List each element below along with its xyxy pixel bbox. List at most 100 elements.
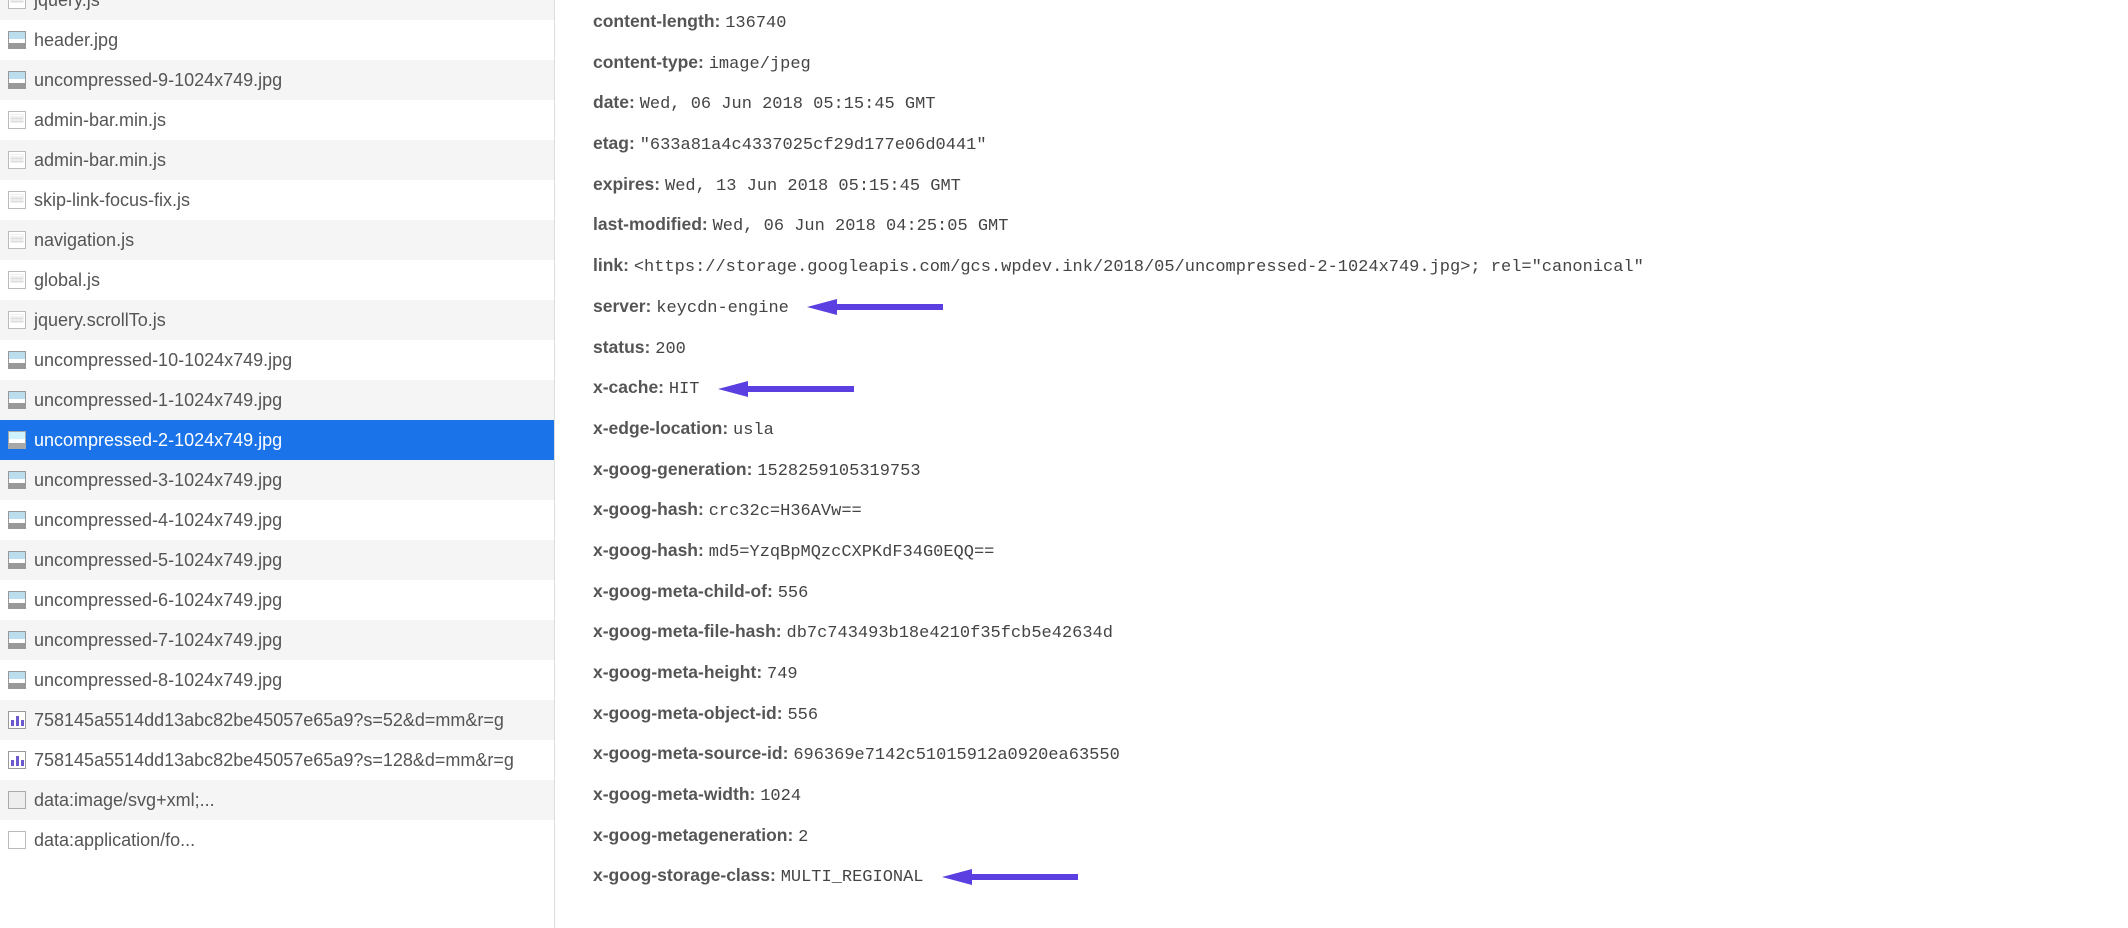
header-value: Wed, 06 Jun 2018 04:25:05 GMT <box>713 217 1009 236</box>
file-row[interactable]: skip-link-focus-fix.js <box>0 180 554 220</box>
doc-icon <box>8 191 26 209</box>
file-name: skip-link-focus-fix.js <box>34 190 190 211</box>
header-value: 1024 <box>760 787 801 806</box>
img-icon <box>8 631 26 649</box>
header-value: HIT <box>669 380 700 399</box>
file-name: admin-bar.min.js <box>34 110 166 131</box>
file-name: 758145a5514dd13abc82be45057e65a9?s=128&d… <box>34 750 514 771</box>
header-key: x-goog-storage-class: <box>593 865 776 885</box>
header-line: x-goog-storage-class: MULTI_REGIONAL <box>593 862 2106 891</box>
header-value: usla <box>733 421 774 440</box>
img-icon <box>8 31 26 49</box>
header-value: md5=YzqBpMQzcCXPKdF34G0EQQ== <box>709 543 995 562</box>
header-line: x-goog-hash: md5=YzqBpMQzcCXPKdF34G0EQQ=… <box>593 537 2106 566</box>
img-icon <box>8 391 26 409</box>
file-row[interactable]: jquery.scrollTo.js <box>0 300 554 340</box>
header-line: link: <https://storage.googleapis.com/gc… <box>593 252 2106 281</box>
header-key: x-edge-location: <box>593 418 728 438</box>
header-key: x-cache: <box>593 377 664 397</box>
header-key: content-length: <box>593 11 720 31</box>
header-key: x-goog-meta-width: <box>593 784 755 804</box>
file-row[interactable]: header.jpg <box>0 20 554 60</box>
file-row[interactable]: global.js <box>0 260 554 300</box>
header-key: content-type: <box>593 52 704 72</box>
doc-icon <box>8 231 26 249</box>
img-icon <box>8 591 26 609</box>
file-row[interactable]: uncompressed-9-1024x749.jpg <box>0 60 554 100</box>
file-row[interactable]: 758145a5514dd13abc82be45057e65a9?s=52&d=… <box>0 700 554 740</box>
header-line: x-goog-meta-height: 749 <box>593 659 2106 688</box>
header-value: keycdn-engine <box>656 299 789 318</box>
file-row[interactable]: navigation.js <box>0 220 554 260</box>
file-row[interactable]: admin-bar.min.js <box>0 100 554 140</box>
header-value: "633a81a4c4337025cf29d177e06d0441" <box>640 136 987 155</box>
header-key: last-modified: <box>593 214 708 234</box>
header-value: image/jpeg <box>709 55 811 74</box>
header-line: date: Wed, 06 Jun 2018 05:15:45 GMT <box>593 89 2106 118</box>
header-line: x-goog-meta-object-id: 556 <box>593 700 2106 729</box>
file-row[interactable]: uncompressed-8-1024x749.jpg <box>0 660 554 700</box>
file-row[interactable]: admin-bar.min.js <box>0 140 554 180</box>
file-name: uncompressed-9-1024x749.jpg <box>34 70 282 91</box>
file-name: jquery.scrollTo.js <box>34 310 166 331</box>
header-value: 1528259105319753 <box>757 462 920 481</box>
file-row[interactable]: uncompressed-6-1024x749.jpg <box>0 580 554 620</box>
file-name: data:application/fo... <box>34 830 195 851</box>
file-row[interactable]: 758145a5514dd13abc82be45057e65a9?s=128&d… <box>0 740 554 780</box>
header-key: x-goog-hash: <box>593 540 704 560</box>
file-row[interactable]: uncompressed-5-1024x749.jpg <box>0 540 554 580</box>
file-name: jquery.js <box>34 0 100 11</box>
file-name: 758145a5514dd13abc82be45057e65a9?s=52&d=… <box>34 710 504 731</box>
header-key: server: <box>593 296 651 316</box>
file-name: uncompressed-10-1024x749.jpg <box>34 350 292 371</box>
header-value: MULTI_REGIONAL <box>781 868 924 887</box>
doc-icon <box>8 271 26 289</box>
header-key: x-goog-meta-file-hash: <box>593 621 782 641</box>
header-key: x-goog-meta-height: <box>593 662 762 682</box>
img-icon <box>8 671 26 689</box>
chart-icon <box>8 751 26 769</box>
file-name: navigation.js <box>34 230 134 251</box>
svg-icon <box>8 791 26 809</box>
file-row[interactable]: uncompressed-7-1024x749.jpg <box>0 620 554 660</box>
header-line: x-goog-meta-source-id: 696369e7142c51015… <box>593 740 2106 769</box>
header-line: x-cache: HIT <box>593 374 2106 403</box>
header-key: expires: <box>593 174 660 194</box>
file-row[interactable]: data:application/fo... <box>0 820 554 860</box>
header-value: 2 <box>798 828 808 847</box>
header-line: x-goog-generation: 1528259105319753 <box>593 456 2106 485</box>
annotation-arrow-icon <box>805 298 945 316</box>
file-row[interactable]: uncompressed-10-1024x749.jpg <box>0 340 554 380</box>
file-row[interactable]: uncompressed-1-1024x749.jpg <box>0 380 554 420</box>
response-headers-panel: content-length: 136740content-type: imag… <box>555 0 2128 928</box>
header-value: 200 <box>655 340 686 359</box>
file-name: header.jpg <box>34 30 118 51</box>
annotation-arrow-icon <box>716 380 856 398</box>
header-key: link: <box>593 255 629 275</box>
header-key: x-goog-meta-object-id: <box>593 703 783 723</box>
file-name: uncompressed-6-1024x749.jpg <box>34 590 282 611</box>
file-name: uncompressed-2-1024x749.jpg <box>34 430 282 451</box>
header-line: server: keycdn-engine <box>593 293 2106 322</box>
file-name: data:image/svg+xml;... <box>34 790 215 811</box>
file-name: global.js <box>34 270 100 291</box>
file-row[interactable]: data:image/svg+xml;... <box>0 780 554 820</box>
header-value: 556 <box>787 706 818 725</box>
network-file-list[interactable]: style.cssjquery.jsheader.jpguncompressed… <box>0 0 555 928</box>
file-row[interactable]: uncompressed-4-1024x749.jpg <box>0 500 554 540</box>
file-row[interactable]: uncompressed-2-1024x749.jpg <box>0 420 554 460</box>
file-row[interactable]: jquery.js <box>0 0 554 20</box>
doc-icon <box>8 151 26 169</box>
header-line: expires: Wed, 13 Jun 2018 05:15:45 GMT <box>593 171 2106 200</box>
header-key: x-goog-generation: <box>593 459 752 479</box>
header-key: status: <box>593 337 650 357</box>
doc-icon <box>8 311 26 329</box>
img-icon <box>8 71 26 89</box>
file-row[interactable]: uncompressed-3-1024x749.jpg <box>0 460 554 500</box>
header-line: x-goog-metageneration: 2 <box>593 822 2106 851</box>
img-icon <box>8 431 26 449</box>
header-line: last-modified: Wed, 06 Jun 2018 04:25:05… <box>593 211 2106 240</box>
file-name: uncompressed-8-1024x749.jpg <box>34 670 282 691</box>
doc-icon <box>8 0 26 9</box>
file-name: uncompressed-3-1024x749.jpg <box>34 470 282 491</box>
